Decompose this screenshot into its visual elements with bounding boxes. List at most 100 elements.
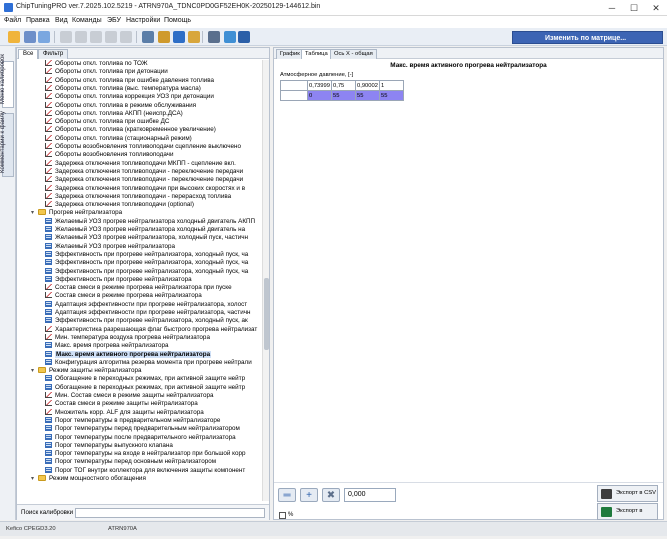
tree-item[interactable]: Задержка отключения топливоподачи при вы… — [45, 184, 245, 193]
tree-folder[interactable]: ▾ Режим мощностного обогащения — [31, 475, 146, 483]
menu-help[interactable]: Помощь — [164, 17, 191, 24]
percent-checkbox[interactable] — [279, 512, 286, 519]
tree-item[interactable]: Множитель корр. ALF для защиты нейтрализ… — [45, 408, 204, 417]
add-button[interactable]: + — [300, 488, 318, 502]
tab-file-comments[interactable]: Комментарии к файлу — [0, 111, 14, 177]
tree-item[interactable]: Порог температуры в предварительном нейт… — [45, 416, 220, 425]
matrix-edit-button[interactable]: Изменить по матрице... — [512, 31, 663, 44]
expand-toggle-icon[interactable]: ▾ — [31, 367, 37, 375]
tab-axis-x[interactable]: Ось X - общая — [330, 49, 377, 59]
compare-icon[interactable] — [173, 31, 185, 43]
menu-bar: Файл Правка Вид Команды ЭБУ Настройки По… — [0, 16, 667, 28]
tree-item[interactable]: Эффективность при прогреве нейтрализатор… — [45, 259, 248, 267]
tree-item[interactable]: Порог температуры перед предварительным … — [45, 425, 240, 433]
tree-item[interactable]: Обороты откл. топлива (стационарный режи… — [45, 134, 192, 143]
percent-label: % — [288, 512, 294, 518]
save-as-icon[interactable] — [38, 31, 50, 43]
tree-item[interactable]: Обороты откл. топлива АКПП (неиспр.ДСА) — [45, 109, 183, 118]
download-icon[interactable] — [188, 31, 200, 43]
scrollbar-thumb[interactable] — [264, 278, 269, 350]
tree-item[interactable]: Желаемый УОЗ прогрев нейтрализатора холо… — [45, 217, 255, 226]
tree-item[interactable]: Порог температуры перед основным нейтрал… — [45, 458, 216, 466]
maximize-button[interactable]: ☐ — [623, 0, 645, 16]
tree-item[interactable]: Задержка отключения топливоподачи - пере… — [45, 192, 231, 201]
copy-icon[interactable] — [60, 31, 72, 43]
x-axis-cell[interactable]: 0,75 — [331, 80, 356, 91]
tree-item[interactable]: Макс. время активного прогрева нейтрализ… — [45, 350, 212, 359]
value-cell[interactable]: 55 — [331, 90, 356, 101]
tab-table[interactable]: Таблица — [301, 49, 332, 59]
expand-toggle-icon[interactable]: ▾ — [31, 209, 37, 217]
tree-item[interactable]: Состав смеси в режиме защиты нейтрализат… — [45, 400, 198, 408]
tree-item[interactable]: Обороты возобновления топливоподачи — [45, 151, 173, 159]
cut-icon[interactable] — [75, 31, 87, 43]
tree-item[interactable]: Характеристика разрешающая флаг быстрого… — [45, 325, 257, 334]
tab-filter[interactable]: Фильтр — [38, 49, 69, 59]
undo-icon[interactable] — [105, 31, 117, 43]
tree-folder[interactable]: ▾ Прогрев нейтрализатора — [31, 209, 122, 217]
export-csv-button[interactable]: Экспорт в CSV — [597, 485, 658, 502]
tree-item[interactable]: Обороты откл. топлива (выс. температура … — [45, 84, 201, 93]
tree-item[interactable]: Обороты откл. топлива в режиме обслужива… — [45, 101, 196, 110]
help-icon[interactable] — [238, 31, 250, 43]
tab-all[interactable]: Все — [18, 49, 39, 59]
menu-file[interactable]: Файл — [4, 17, 21, 24]
paste-icon[interactable] — [90, 31, 102, 43]
tree-item[interactable]: Эффективность при прогреве нейтрализатор… — [45, 267, 248, 276]
tree-item[interactable]: Порог температуры выпускного клапана — [45, 441, 173, 450]
tree-item[interactable]: Обороты откл. топлива при ошибке давлени… — [45, 76, 214, 85]
open-file-icon[interactable] — [8, 31, 20, 43]
value-cell[interactable]: 0 — [307, 90, 332, 101]
menu-view[interactable]: Вид — [55, 17, 68, 24]
tree-item[interactable]: Желаемый УОЗ прогрев нейтрализатора — [45, 242, 175, 251]
value-cell[interactable]: 55 — [379, 90, 404, 101]
tree-item-label: Эффективность при прогреве нейтрализатор… — [55, 259, 249, 267]
close-button[interactable]: ✕ — [645, 0, 667, 16]
globe-icon[interactable] — [224, 31, 236, 43]
tree-item[interactable]: Адаптация эффективности при прогреве ней… — [45, 300, 247, 309]
tree-item[interactable]: Порог ТОГ внутри коллектора для включени… — [45, 466, 245, 475]
value-cell[interactable]: 55 — [355, 90, 380, 101]
tree-item[interactable]: Обороты откл. топлива коррекция УОЗ при … — [45, 93, 214, 101]
tree-item[interactable]: Эффективность при прогреве нейтрализатор… — [45, 275, 192, 284]
x-axis-cell[interactable]: 0,73999 — [307, 80, 332, 91]
tree-item[interactable]: Желаемый УОЗ прогрев нейтрализатора, хол… — [45, 234, 248, 242]
map-table-icon — [45, 300, 52, 307]
checksum-icon[interactable] — [158, 31, 170, 43]
tree-item-label: Порог температуры перед предварительным … — [55, 425, 240, 433]
tree-item[interactable]: Состав смеси в режиме прогрева нейтрализ… — [45, 292, 202, 300]
tools-icon[interactable] — [208, 31, 220, 43]
save-icon[interactable] — [24, 31, 36, 43]
tab-calibration-menu[interactable]: Меню калибровок — [0, 54, 14, 108]
tree-item[interactable]: Мин. температура воздуха прогрева нейтра… — [45, 333, 210, 342]
x-axis-cell[interactable]: 0,90002 — [355, 80, 380, 91]
export-excel-button[interactable]: Экспорт в Excel — [597, 503, 658, 529]
minimize-button[interactable]: ─ — [601, 0, 623, 16]
car-icon[interactable] — [142, 31, 154, 43]
tree-item[interactable]: Обогащение в переходных режимах, при акт… — [45, 383, 245, 392]
tree-item[interactable]: Обороты откл. топлива (кратковременное у… — [45, 126, 216, 134]
tree-item[interactable]: Эффективность при прогреве нейтрализатор… — [45, 317, 248, 325]
menu-settings[interactable]: Настройки — [126, 17, 160, 24]
tree-item[interactable]: Задержка отключения топливоподачи - пере… — [45, 176, 243, 184]
tree-item[interactable]: Обороты откл. топлива при детонации — [45, 68, 168, 76]
menu-edit[interactable]: Правка — [26, 17, 50, 24]
set-equal-button[interactable]: ═ — [278, 488, 296, 502]
redo-icon[interactable] — [120, 31, 132, 43]
tree-item[interactable]: Обогащение в переходных режимах, при акт… — [45, 375, 245, 383]
tree-item[interactable]: Макс. время прогрева нейтрализатора — [45, 342, 169, 350]
value-input[interactable]: 0,000 — [344, 488, 396, 502]
tree-item[interactable]: Задержка отключения топливоподачи МКПП -… — [45, 159, 236, 168]
menu-commands[interactable]: Команды — [72, 17, 102, 24]
tree-item[interactable]: Порог температуры после предварительного… — [45, 433, 236, 442]
tree-item[interactable]: Эффективность при прогреве нейтрализатор… — [45, 250, 248, 259]
tree-item[interactable]: Задержка отключения топливоподачи - пере… — [45, 167, 243, 176]
expand-toggle-icon[interactable]: ▾ — [31, 475, 37, 483]
x-axis-cell[interactable]: 1 — [379, 80, 404, 91]
tree-scrollbar[interactable] — [262, 60, 269, 501]
menu-ecu[interactable]: ЭБУ — [107, 17, 121, 24]
search-input[interactable] — [75, 508, 265, 518]
tab-graph[interactable]: График — [276, 49, 304, 59]
tree-item[interactable]: Конфигурация алгоритма резерва момента п… — [45, 358, 252, 367]
multiply-button[interactable]: ✖ — [322, 488, 340, 502]
